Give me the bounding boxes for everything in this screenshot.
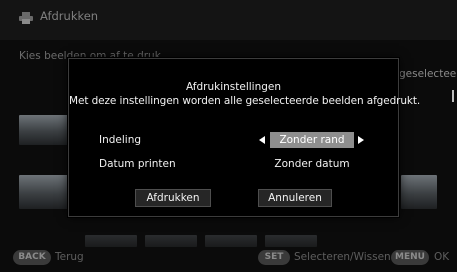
layout-next-arrow-icon[interactable] [358, 136, 364, 144]
dialog-title: Afdrukinstellingen [185, 81, 282, 93]
thumbnail[interactable] [205, 235, 257, 247]
printer-icon [19, 12, 33, 24]
layout-selector[interactable]: Zonder rand [270, 132, 354, 148]
set-label: Selecteren/Wissen [294, 251, 391, 263]
dialog-description: Met deze instellingen worden alle gesele… [69, 95, 421, 107]
thumbnail[interactable] [265, 235, 317, 247]
thumbnail[interactable] [19, 175, 71, 209]
date-label: Datum printen [99, 158, 176, 170]
print-settings-dialog: Afdrukinstellingen Met deze instellingen… [68, 58, 421, 217]
cancel-button[interactable]: Annuleren [258, 189, 332, 207]
layout-prev-arrow-icon[interactable] [259, 136, 265, 144]
thumbnail[interactable] [401, 175, 437, 209]
layout-label: Indeling [99, 134, 142, 146]
back-key-badge[interactable]: BACK [13, 250, 51, 265]
scroll-indicator [452, 90, 454, 102]
print-button[interactable]: Afdrukken [135, 189, 211, 207]
screen-title: Afdrukken [40, 9, 99, 23]
thumbnail[interactable] [145, 235, 197, 247]
back-label: Terug [55, 251, 84, 263]
header-bar: Afdrukken [0, 0, 457, 40]
selection-status: geselecteerd [399, 68, 457, 80]
menu-key-badge[interactable]: MENU [391, 250, 429, 265]
thumbnail[interactable] [19, 115, 71, 145]
footer-bar: BACK Terug SET Selecteren/Wissen MENU OK [0, 247, 457, 272]
thumbnail[interactable] [85, 235, 137, 247]
set-key-badge[interactable]: SET [258, 250, 290, 265]
menu-label: OK [434, 251, 450, 263]
date-value[interactable]: Zonder datum [270, 158, 354, 170]
